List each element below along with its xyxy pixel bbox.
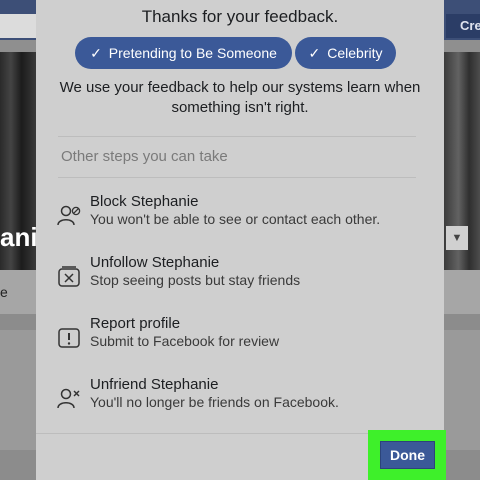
background-dropdown-icon: ▼: [446, 226, 468, 250]
step-title: Block Stephanie: [90, 193, 199, 210]
reason-chip-label: Pretending to Be Someone: [108, 45, 277, 61]
block-user-icon: [57, 205, 81, 226]
step-description: You won't be able to see or contact each…: [90, 211, 381, 227]
divider: [58, 136, 416, 137]
unfriend-icon: [57, 388, 80, 409]
divider: [58, 177, 416, 178]
step-block-user[interactable]: Block Stephanie You won't be able to see…: [54, 193, 424, 241]
unfollow-icon: [58, 266, 80, 287]
reason-chip-celebrity[interactable]: ✓ Celebrity: [295, 37, 396, 69]
background-card-right: [444, 330, 480, 450]
done-button[interactable]: Done: [380, 441, 435, 469]
step-title: Unfriend Stephanie: [90, 376, 219, 393]
step-description: Stop seeing posts but stay friends: [90, 272, 301, 288]
background-tab-label: e: [0, 284, 8, 300]
feedback-explanation: We use your feedback to help our systems…: [36, 78, 444, 118]
background-card-left: [0, 330, 36, 450]
steps-header: Other steps you can take: [61, 148, 228, 165]
background-profile-name: ani: [0, 222, 38, 252]
reason-chip-pretending[interactable]: ✓ Pretending to Be Someone: [75, 37, 292, 69]
reason-chip-label: Celebrity: [327, 45, 383, 61]
step-unfriend[interactable]: Unfriend Stephanie You'll no longer be f…: [54, 376, 424, 424]
dialog-title: Thanks for your feedback.: [141, 7, 339, 26]
explanation-line: We use your feedback to help our systems…: [59, 79, 421, 96]
step-description: Submit to Facebook for review: [90, 333, 280, 349]
report-icon: [58, 328, 80, 348]
feedback-dialog: Thanks for your feedback. ✓ Pretending t…: [36, 0, 446, 480]
step-report-profile[interactable]: Report profile Submit to Facebook for re…: [54, 315, 424, 363]
step-title: Unfollow Stephanie: [90, 254, 220, 271]
check-icon: ✓: [308, 44, 321, 61]
step-title: Report profile: [90, 315, 181, 332]
background-create-button: Cre: [446, 14, 480, 38]
step-unfollow[interactable]: Unfollow Stephanie Stop seeing posts but…: [54, 254, 424, 302]
explanation-line: something isn't right.: [171, 99, 309, 116]
step-description: You'll no longer be friends on Facebook.: [90, 394, 339, 410]
background-search-bar: [0, 14, 36, 38]
check-icon: ✓: [90, 44, 102, 61]
